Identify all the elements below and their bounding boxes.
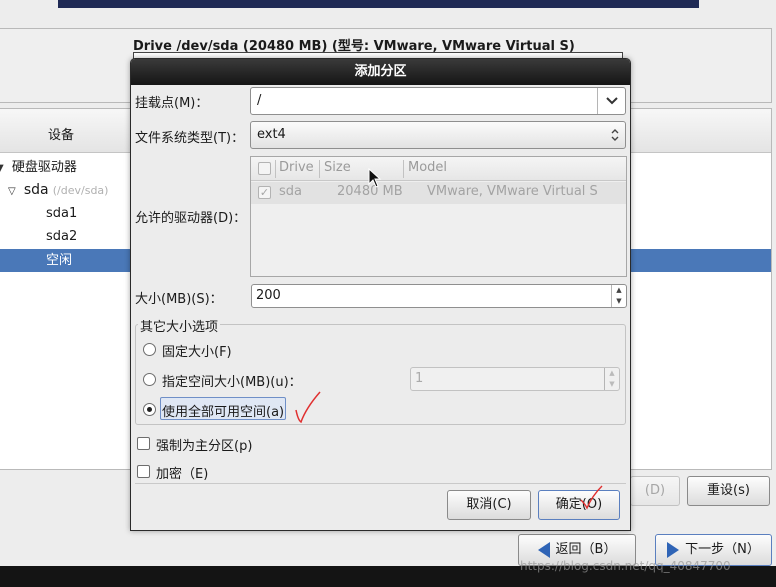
fill-all-label[interactable]: 使用全部可用空间(a)	[162, 401, 284, 420]
force-primary-label[interactable]: 强制为主分区(p)	[156, 435, 252, 454]
delete-button[interactable]: (D)	[630, 476, 680, 506]
mount-point-label: 挂载点(M)：	[135, 96, 209, 111]
updown-chevron-icon	[605, 122, 625, 148]
cancel-button[interactable]: 取消(C)	[447, 490, 531, 520]
size-value: 200	[256, 288, 281, 303]
reset-button[interactable]: 重设(s)	[687, 476, 770, 506]
watermark: https://blog.csdn.net/qq_40847700	[520, 559, 731, 573]
fs-type-select[interactable]: ext4	[250, 121, 626, 149]
select-all-checkbox[interactable]	[258, 162, 271, 175]
mount-point-combo[interactable]: /	[250, 87, 626, 115]
drive-name: sda	[279, 184, 302, 199]
fill-to-size-value: 1	[415, 371, 424, 386]
fill-to-size-radio[interactable]	[143, 373, 156, 386]
red-checkmark-annotation	[295, 391, 321, 424]
column-drive[interactable]: Drive	[279, 160, 314, 175]
next-button-label: 下一步（N）	[685, 542, 760, 557]
encrypt-checkbox[interactable]	[137, 465, 150, 478]
fixed-size-radio[interactable]	[143, 343, 156, 356]
spin-arrows-icon[interactable]: ▲ ▼	[611, 285, 626, 307]
spin-arrows-icon[interactable]: ▲ ▼	[604, 368, 619, 390]
fixed-size-label[interactable]: 固定大小(F)	[162, 341, 232, 360]
tree-item-label: sda2	[46, 229, 78, 244]
drives-list-header: Drive Size Model	[251, 157, 626, 181]
back-button-label: 返回（B）	[555, 542, 617, 557]
top-banner	[58, 0, 699, 8]
tree-item-label: 硬盘驱动器	[11, 160, 77, 175]
force-primary-checkbox[interactable]	[137, 437, 150, 450]
other-size-options-legend: 其它大小选项	[138, 316, 221, 335]
mount-point-value: /	[257, 93, 262, 108]
column-size[interactable]: Size	[324, 160, 351, 175]
dialog-separator	[135, 483, 626, 484]
collapse-triangle-icon[interactable]: ▼	[0, 157, 4, 180]
collapse-triangle-icon[interactable]: ▽	[8, 180, 16, 203]
red-checkmark-annotation	[580, 485, 603, 510]
tree-item-path: (/dev/sda)	[52, 184, 109, 197]
column-model[interactable]: Model	[408, 160, 447, 175]
column-header-device[interactable]: 设备	[48, 124, 74, 143]
fs-type-value: ext4	[257, 127, 286, 142]
fill-to-size-spinbox[interactable]: 1 ▲ ▼	[410, 367, 620, 391]
fs-type-label: 文件系统类型(T)：	[135, 131, 245, 146]
chevron-down-icon[interactable]	[597, 88, 625, 114]
tree-item-label: sda	[23, 182, 49, 198]
fill-to-size-label[interactable]: 指定空间大小(MB)(u)：	[162, 371, 302, 390]
mouse-pointer-icon	[368, 168, 382, 188]
next-arrow-icon	[667, 541, 680, 558]
allowed-drives-label: 允许的驱动器(D)：	[135, 211, 247, 226]
tree-item-label: sda1	[46, 206, 78, 221]
tree-item-label: 空闲	[46, 253, 73, 268]
encrypt-label[interactable]: 加密（E)	[156, 463, 208, 482]
drive-row-sda[interactable]: ✓ sda 20480 MB VMware, VMware Virtual S	[251, 182, 626, 204]
drive-checkbox[interactable]: ✓	[258, 186, 271, 199]
dialog-title: 添加分区	[131, 59, 630, 85]
fill-all-radio[interactable]	[143, 403, 156, 416]
back-arrow-icon	[537, 541, 550, 558]
size-label: 大小(MB)(S)：	[135, 292, 223, 307]
size-spinbox[interactable]: 200 ▲ ▼	[251, 284, 627, 308]
drive-model: VMware, VMware Virtual S	[427, 184, 598, 199]
